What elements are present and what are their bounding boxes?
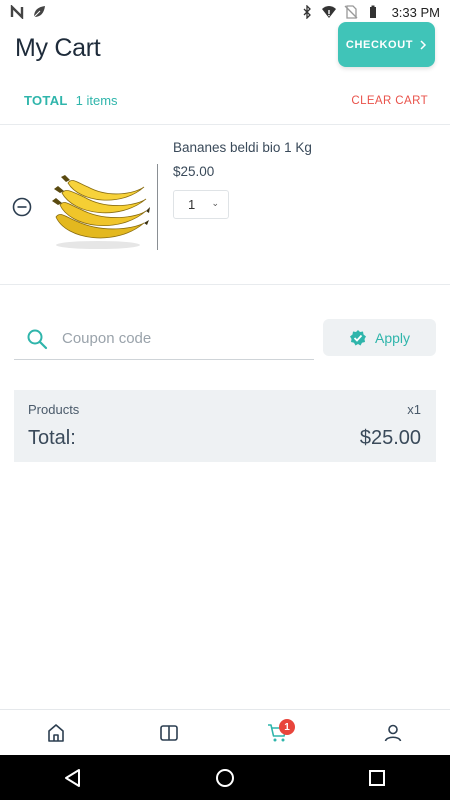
home-button-icon[interactable]: [214, 767, 236, 789]
verified-badge-icon: [349, 329, 366, 345]
wifi-icon: [321, 6, 336, 18]
remove-item-icon[interactable]: [12, 197, 32, 217]
clear-cart-button[interactable]: CLEAR CART: [351, 95, 428, 107]
items-count: 1 items: [75, 93, 118, 108]
battery-icon: [369, 5, 376, 18]
item-divider: [157, 164, 158, 250]
divider: [0, 284, 450, 285]
n-notification-icon: [10, 5, 24, 19]
apply-coupon-button[interactable]: Apply: [323, 319, 436, 356]
cart-badge: 1: [279, 719, 295, 735]
quantity-value: 1: [188, 197, 196, 212]
bananas-image: [46, 165, 150, 251]
page-title: My Cart: [15, 34, 101, 62]
chevron-down-icon: ⌄: [211, 198, 219, 208]
checkout-label: CHECKOUT: [345, 38, 414, 51]
order-summary: Products x1 Total: $25.00: [14, 390, 436, 462]
status-time: 3:33 PM: [391, 4, 440, 20]
coupon-input[interactable]: [62, 330, 282, 347]
status-bar: 3:33 PM: [0, 0, 450, 24]
divider: [0, 124, 450, 125]
back-icon[interactable]: [62, 767, 84, 789]
user-icon[interactable]: [382, 722, 404, 744]
item-name: Bananes beldi bio 1 Kg: [173, 140, 312, 155]
home-icon[interactable]: [45, 722, 67, 744]
quantity-select[interactable]: 1 ⌄: [173, 190, 229, 219]
apply-label: Apply: [374, 329, 411, 346]
totals-bar: TOTAL 1 items CLEAR CART: [24, 93, 428, 108]
system-nav-bar: [0, 755, 450, 800]
no-sim-icon: [344, 5, 358, 19]
bluetooth-icon: [303, 5, 311, 19]
leaf-icon: [33, 6, 45, 18]
products-qty: x1: [407, 402, 421, 417]
recents-icon[interactable]: [366, 767, 388, 789]
checkout-button[interactable]: CHECKOUT: [338, 22, 435, 67]
total-label: TOTAL: [24, 93, 68, 108]
chevron-right-icon: [420, 39, 427, 50]
catalog-icon[interactable]: [158, 722, 180, 744]
products-label: Products: [28, 402, 80, 417]
bottom-tab-bar: [0, 709, 450, 755]
total-label: Total:: [28, 427, 76, 449]
item-price: $25.00: [173, 164, 215, 179]
coupon-field[interactable]: [14, 318, 314, 360]
search-icon: [27, 329, 48, 349]
total-value: $25.00: [359, 427, 421, 449]
